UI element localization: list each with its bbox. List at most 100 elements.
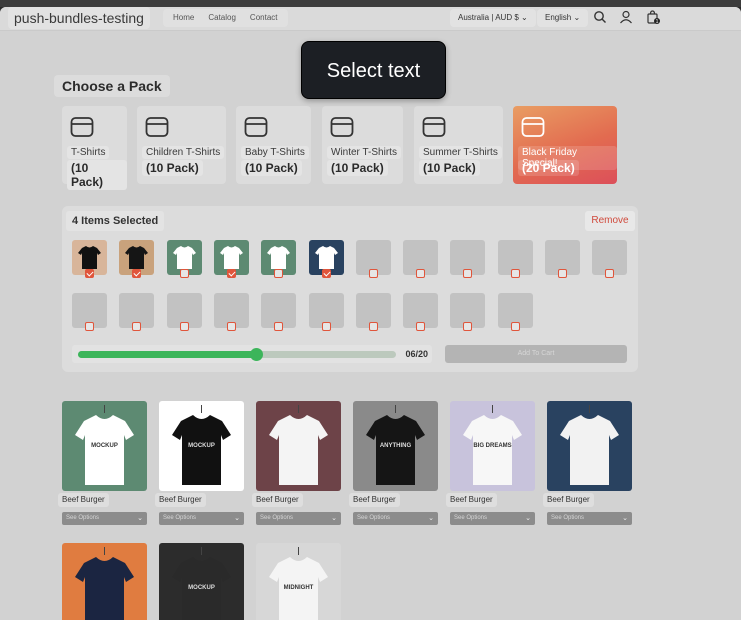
- product-image[interactable]: ANYTHING: [353, 401, 438, 491]
- pack-count: (10 Pack): [241, 160, 302, 176]
- nav-contact[interactable]: Contact: [244, 9, 284, 27]
- slot-checkbox[interactable]: [179, 269, 189, 278]
- product-image[interactable]: MOCKUP: [62, 401, 147, 491]
- slot-checkbox[interactable]: [558, 269, 567, 278]
- slot-checkbox[interactable]: [510, 269, 520, 278]
- account-icon[interactable]: [619, 10, 633, 24]
- pack-count: (10 Pack): [67, 160, 127, 190]
- site-header: push-bundles-testing Home Catalog Contac…: [0, 7, 741, 31]
- slot-checkbox[interactable]: [321, 269, 331, 278]
- slot-checkbox[interactable]: [274, 322, 284, 331]
- pack-card-4[interactable]: Summer T-Shirts (10 Pack): [414, 106, 503, 184]
- pack-slot[interactable]: [308, 240, 344, 278]
- slot-checkbox[interactable]: [510, 322, 520, 331]
- see-options-select[interactable]: See Options ⌄: [159, 512, 244, 525]
- slot-checkbox[interactable]: [321, 322, 331, 331]
- tshirt-icon: MIDNIGHT: [269, 547, 328, 620]
- chevron-down-icon: ⌄: [525, 515, 531, 522]
- pack-slot[interactable]: [355, 240, 391, 278]
- search-icon[interactable]: [593, 10, 607, 24]
- slot-checkbox[interactable]: [605, 269, 615, 278]
- pack-slot[interactable]: [308, 293, 344, 331]
- see-options-select[interactable]: See Options ⌄: [62, 512, 147, 525]
- slot-checkbox[interactable]: [179, 322, 189, 331]
- pack-slot[interactable]: [403, 240, 439, 278]
- select-text-tooltip: Select text: [301, 41, 446, 99]
- nav-catalog[interactable]: Catalog: [202, 9, 242, 27]
- pack-slot[interactable]: [72, 240, 107, 278]
- nav-home[interactable]: Home: [167, 9, 200, 27]
- slot-checkbox[interactable]: [85, 322, 94, 331]
- product-image[interactable]: MOCKUP: [159, 401, 244, 491]
- tshirt-icon: BIG DREAMS: [463, 405, 522, 485]
- slot-checkbox[interactable]: [416, 269, 426, 278]
- locale-label: Australia | AUD $: [458, 13, 519, 22]
- slot-checkbox[interactable]: [226, 269, 236, 278]
- pack-slot[interactable]: [213, 293, 249, 331]
- brand-logo[interactable]: push-bundles-testing: [8, 7, 150, 29]
- locale-selector[interactable]: Australia | AUD $ ⌄: [450, 9, 536, 27]
- slot-checkbox[interactable]: [463, 322, 473, 331]
- pack-box-icon: [521, 117, 545, 137]
- pack-slot[interactable]: [72, 293, 107, 331]
- slot-checkbox[interactable]: [368, 269, 378, 278]
- pack-card-0[interactable]: T-Shirts (10 Pack): [62, 106, 127, 190]
- pack-slot[interactable]: [497, 293, 533, 331]
- pack-card-3[interactable]: Winter T-Shirts (10 Pack): [322, 106, 403, 184]
- pack-name: Winter T-Shirts: [327, 146, 401, 159]
- see-options-select[interactable]: See Options ⌄: [547, 512, 632, 525]
- see-options-select[interactable]: See Options ⌄: [256, 512, 341, 525]
- slot-checkbox[interactable]: [226, 322, 236, 331]
- product-image[interactable]: MIDNIGHT: [256, 543, 341, 620]
- pack-card-5[interactable]: Black Friday Special! (20 Pack): [513, 106, 617, 184]
- add-to-cart-button[interactable]: Add To Cart: [445, 345, 627, 363]
- pack-slot[interactable]: [261, 293, 297, 331]
- product-image[interactable]: [256, 401, 341, 491]
- product-image[interactable]: BIG DREAMS: [450, 401, 535, 491]
- slot-checkbox[interactable]: [132, 322, 142, 331]
- pack-name: Summer T-Shirts: [419, 146, 502, 159]
- slot-checkbox[interactable]: [416, 322, 426, 331]
- product-name[interactable]: Beef Burger: [543, 493, 594, 507]
- pack-slot[interactable]: [261, 240, 297, 278]
- slot-checkbox[interactable]: [463, 269, 473, 278]
- tshirt-icon: [269, 405, 328, 485]
- product-image[interactable]: [62, 543, 147, 620]
- pack-slot[interactable]: [450, 293, 486, 331]
- language-selector[interactable]: English ⌄: [537, 9, 589, 27]
- pack-slot[interactable]: [166, 293, 202, 331]
- pack-slot[interactable]: [450, 240, 486, 278]
- pack-slot[interactable]: [592, 240, 628, 278]
- product-name[interactable]: Beef Burger: [155, 493, 206, 507]
- slot-checkbox[interactable]: [368, 322, 378, 331]
- pack-slot[interactable]: [213, 240, 249, 278]
- slot-checkbox[interactable]: [274, 269, 284, 278]
- pack-slot[interactable]: [545, 240, 580, 278]
- see-options-label: See Options: [66, 515, 100, 521]
- svg-text:MOCKUP: MOCKUP: [188, 585, 215, 591]
- pack-slot[interactable]: [355, 293, 391, 331]
- product-name[interactable]: Beef Burger: [252, 493, 303, 507]
- remove-button[interactable]: Remove: [585, 211, 635, 231]
- product-image[interactable]: [547, 401, 632, 491]
- pack-slot[interactable]: [497, 240, 533, 278]
- slot-checkbox[interactable]: [85, 269, 94, 278]
- pack-card-1[interactable]: Children T-Shirts (10 Pack): [137, 106, 226, 184]
- pack-box-icon: [244, 117, 268, 137]
- product-image[interactable]: MOCKUP: [159, 543, 244, 620]
- product-name[interactable]: Beef Burger: [349, 493, 400, 507]
- pack-slot[interactable]: [403, 293, 439, 331]
- slot-checkbox[interactable]: [132, 269, 142, 278]
- see-options-label: See Options: [357, 515, 391, 521]
- pack-slot[interactable]: [119, 293, 155, 331]
- tshirt-icon: [560, 405, 619, 485]
- progress-fill: [78, 351, 256, 358]
- see-options-select[interactable]: See Options ⌄: [353, 512, 438, 525]
- product-name[interactable]: Beef Burger: [58, 493, 109, 507]
- pack-slot[interactable]: [119, 240, 155, 278]
- product-name[interactable]: Beef Burger: [446, 493, 497, 507]
- pack-slot[interactable]: [166, 240, 202, 278]
- pack-card-2[interactable]: Baby T-Shirts (10 Pack): [236, 106, 311, 184]
- see-options-select[interactable]: See Options ⌄: [450, 512, 535, 525]
- progress-count: 06/20: [405, 349, 428, 359]
